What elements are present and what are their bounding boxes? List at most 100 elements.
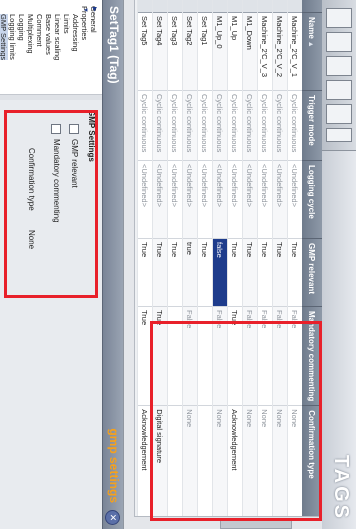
cell-confirmation-type[interactable]: None [272, 405, 288, 526]
cell-logging-cycle[interactable]: <Undefined> [167, 160, 183, 239]
cell-logging-cycle[interactable]: <Undefined> [272, 160, 288, 239]
cell-logging-cycle[interactable]: <Undefined> [152, 160, 168, 239]
row-selector[interactable] [167, 0, 183, 13]
cell-trigger-mode[interactable]: Cyclic continuous [272, 90, 288, 161]
cell-name[interactable]: Set Tag5 [137, 12, 153, 91]
cell-gmp-relevant[interactable]: True [137, 238, 153, 307]
table-row[interactable]: Set Tag4 Cyclic continuous <Undefined> True… [152, 0, 168, 526]
cell-trigger-mode[interactable]: Cyclic continuous [167, 90, 183, 161]
cell-confirmation-type[interactable] [197, 405, 213, 526]
cell-confirmation-type[interactable]: Acknowledgement [137, 405, 153, 526]
tree-item-logging-limits[interactable]: Logging limits [8, 14, 17, 60]
tree-item-multiplexing[interactable]: Multiplexing [26, 14, 35, 54]
cell-trigger-mode[interactable]: Cyclic continuous [287, 90, 302, 161]
cell-name[interactable]: Set Tag2 [182, 12, 198, 91]
cell-trigger-mode[interactable]: Cyclic continuous [242, 90, 258, 161]
table-row[interactable]: M1_Down Cyclic continuous <Undefined> True F… [242, 0, 258, 526]
tree-item-logging[interactable]: Logging [17, 14, 26, 41]
row-selector[interactable] [227, 0, 243, 13]
table-row[interactable]: Machine_2'C_V_1 Cyclic continuous <Undefin… [287, 0, 302, 526]
close-icon[interactable]: ✕ [105, 510, 120, 525]
cell-mandatory-commenting[interactable]: False [272, 306, 288, 406]
cell-logging-cycle[interactable]: <Undefined> [257, 160, 273, 239]
mandatory-commenting-checkbox[interactable] [51, 124, 62, 134]
cell-name[interactable]: Set Tag1 [197, 12, 213, 91]
row-selector[interactable] [272, 0, 288, 13]
cell-trigger-mode[interactable]: Cyclic continuous [257, 90, 273, 161]
cell-confirmation-type[interactable]: Digital signature [152, 405, 168, 526]
gmp-relevant-checkbox[interactable] [69, 124, 80, 134]
column-header-gmp-relevant[interactable]: GMP relevant [302, 238, 322, 307]
cell-logging-cycle[interactable]: <Undefined> [137, 160, 153, 239]
cell-trigger-mode[interactable]: Cyclic continuous [152, 90, 168, 161]
tree-item-gmp-settings[interactable]: GMP Settings [0, 14, 8, 61]
cell-mandatory-commenting[interactable]: True [152, 306, 168, 406]
gmp-relevant-option[interactable]: GMP relevant [68, 124, 80, 188]
cell-confirmation-type[interactable]: None [257, 405, 273, 526]
tree-item-properties[interactable]: ▼ Properties [80, 6, 89, 40]
cell-confirmation-type[interactable]: None [287, 405, 302, 526]
cell-mandatory-commenting[interactable]: False [257, 306, 273, 406]
confirmation-type-value[interactable]: None [27, 230, 36, 249]
cell-name[interactable]: M1_Up [227, 12, 243, 91]
cell-mandatory-commenting[interactable] [167, 306, 183, 406]
cell-name[interactable]: Machine_2'C_V_2 [272, 12, 288, 91]
cell-gmp-relevant[interactable]: false [212, 238, 228, 307]
cell-gmp-relevant[interactable]: True [227, 238, 243, 307]
table-row[interactable]: Machine_2'C_V_2 Cyclic continuous <Undefin… [272, 0, 288, 526]
column-header-mandatory-commenting[interactable]: Mandatory commenting [302, 306, 322, 406]
cell-trigger-mode[interactable]: Cyclic continuous [137, 90, 153, 161]
table-row[interactable]: Set Tag2 Cyclic continuous <Undefined> true… [182, 0, 198, 526]
cell-gmp-relevant[interactable]: True [197, 238, 213, 307]
row-selector[interactable] [287, 0, 302, 13]
row-selector[interactable] [197, 0, 213, 13]
cell-trigger-mode[interactable]: Cyclic continuous [197, 90, 213, 161]
tree-item-limits[interactable]: Limits [62, 14, 71, 34]
row-selector[interactable] [212, 0, 228, 13]
cell-confirmation-type[interactable]: None [242, 405, 258, 526]
cell-logging-cycle[interactable]: <Undefined> [242, 160, 258, 239]
cell-mandatory-commenting[interactable]: True [227, 306, 243, 406]
table-row[interactable]: Set Tag3 Cyclic continuous <Undefined> True [167, 0, 183, 526]
cell-gmp-relevant[interactable]: True [272, 238, 288, 307]
cell-mandatory-commenting[interactable] [197, 306, 213, 406]
row-selector[interactable] [137, 0, 153, 13]
tree-item-comment[interactable]: Comment [35, 14, 44, 47]
cell-logging-cycle[interactable]: <Undefined> [182, 160, 198, 239]
cell-name[interactable]: Set Tag3 [167, 12, 183, 91]
cell-logging-cycle[interactable]: <Undefined> [212, 160, 228, 239]
cell-confirmation-type[interactable]: None [212, 405, 228, 526]
cell-name[interactable]: Machine_2'C_V_3 [257, 12, 273, 91]
cell-trigger-mode[interactable]: Cyclic continuous [182, 90, 198, 161]
cell-mandatory-commenting[interactable]: True [137, 306, 153, 406]
column-header-trigger-mode[interactable]: Trigger mode [302, 90, 322, 161]
cell-name[interactable]: Machine_2'C_V_1 [287, 12, 302, 91]
cell-mandatory-commenting[interactable]: False [182, 306, 198, 406]
cell-gmp-relevant[interactable]: True [242, 238, 258, 307]
column-header-logging-cycle[interactable]: Logging cycle [302, 160, 322, 239]
tree-item-linear-scaling[interactable]: Linear scaling [53, 14, 62, 60]
table-horizontal-scrollbar[interactable] [124, 0, 135, 517]
row-selector[interactable] [182, 0, 198, 13]
cell-confirmation-type[interactable] [167, 405, 183, 526]
table-vertical-scrollbar[interactable] [124, 516, 322, 529]
cell-confirmation-type[interactable]: None [182, 405, 198, 526]
table-row[interactable]: Set Tag1 Cyclic continuous <Undefined> True [197, 0, 213, 526]
mandatory-commenting-option[interactable]: Mandatory commenting [50, 124, 62, 223]
table-row[interactable]: M1_Up Cyclic continuous <Undefined> True Tru… [227, 0, 243, 526]
cell-gmp-relevant[interactable]: true [182, 238, 198, 307]
cell-trigger-mode[interactable]: Cyclic continuous [227, 90, 243, 161]
cell-logging-cycle[interactable]: <Undefined> [287, 160, 302, 239]
tree-item-base-values[interactable]: Base values [44, 14, 53, 55]
row-selector[interactable] [257, 0, 273, 13]
cell-mandatory-commenting[interactable]: False [242, 306, 258, 406]
table-row[interactable]: M1_Up_0 Cyclic continuous <Undefined> false… [212, 0, 228, 526]
cell-gmp-relevant[interactable]: True [167, 238, 183, 307]
cell-gmp-relevant[interactable]: True [152, 238, 168, 307]
cell-name[interactable]: M1_Down [242, 12, 258, 91]
cell-gmp-relevant[interactable]: True [257, 238, 273, 307]
cell-name[interactable]: Set Tag4 [152, 12, 168, 91]
cell-gmp-relevant[interactable]: True [287, 238, 302, 307]
cell-logging-cycle[interactable]: <Undefined> [197, 160, 213, 239]
cell-trigger-mode[interactable]: Cyclic continuous [212, 90, 228, 161]
